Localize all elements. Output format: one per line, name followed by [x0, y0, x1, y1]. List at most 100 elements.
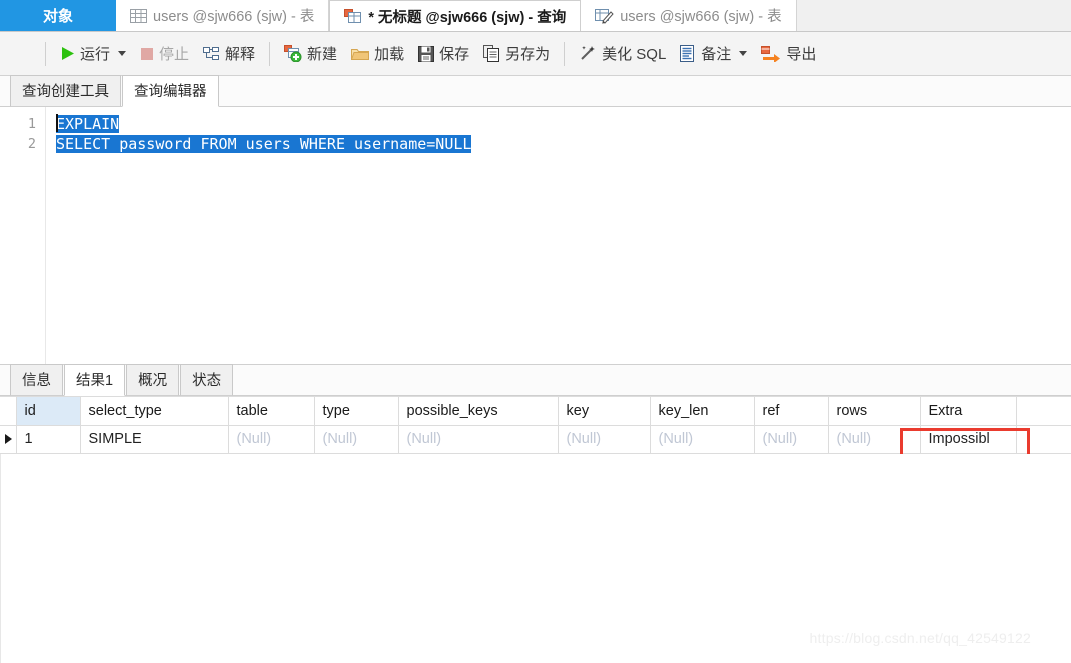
table-grid-icon [130, 8, 147, 24]
watermark-text: https://blog.csdn.net/qq_42549122 [809, 630, 1031, 646]
tab-users-table-1-label: users @sjw666 (sjw) - 表 [153, 9, 315, 25]
editor-code-area[interactable]: EXPLAIN SELECT password FROM users WHERE… [46, 107, 1071, 364]
toolbar-separator-3 [564, 41, 566, 66]
cell-id[interactable]: 1 [16, 425, 81, 454]
line-number: 1 [27, 116, 36, 132]
tab-users-table-2[interactable]: users @sjw666 (sjw) - 表 [581, 0, 797, 31]
sub-tab-query-editor-label: 查询编辑器 [134, 84, 207, 100]
beautify-sql-button-label: 美化 SQL [602, 46, 667, 63]
column-header-filler [1016, 395, 1071, 426]
export-button[interactable]: 导出 [754, 38, 823, 70]
cell-filler [1016, 425, 1071, 454]
cell-extra[interactable]: Impossibl [920, 425, 1017, 454]
comment-doc-icon [680, 45, 696, 62]
row-marker-cell [0, 425, 17, 454]
column-header-id[interactable]: id [16, 395, 81, 426]
tab-status[interactable]: 状态 [180, 363, 234, 396]
play-icon [60, 46, 75, 61]
stop-button-label: 停止 [159, 46, 190, 63]
export-button-label: 导出 [786, 46, 817, 63]
save-as-button[interactable]: 另存为 [476, 38, 557, 70]
tab-users-table-1[interactable]: users @sjw666 (sjw) - 表 [116, 0, 330, 31]
tab-objects[interactable]: 对象 [0, 0, 116, 31]
tab-objects-label: 对象 [42, 8, 73, 25]
tab-query-untitled-label: * 无标题 @sjw666 (sjw) - 查询 [368, 9, 567, 26]
code-line-1-text: EXPLAIN [56, 115, 120, 133]
sub-tab-query-builder[interactable]: 查询创建工具 [10, 75, 121, 107]
column-header-table[interactable]: table [228, 395, 315, 426]
tab-profile[interactable]: 概况 [126, 363, 180, 396]
run-dropdown-caret-icon[interactable] [118, 51, 127, 56]
query-toolbar: 运行 停止 解释 新建 加载 保存 另存为 美化 SQL 备注 导出 [0, 32, 1071, 76]
table-row[interactable]: 1 SIMPLE (Null) (Null) (Null) (Null) (Nu… [0, 425, 1071, 454]
run-button[interactable]: 运行 [53, 38, 133, 70]
tab-users-table-2-label: users @sjw666 (sjw) - 表 [620, 9, 782, 25]
toolbar-separator-1 [45, 41, 46, 66]
column-header-ref[interactable]: ref [754, 395, 829, 426]
column-header-select-type[interactable]: select_type [80, 395, 229, 426]
explain-icon [203, 46, 220, 62]
comment-button[interactable]: 备注 [673, 38, 754, 70]
tab-query-untitled[interactable]: * 无标题 @sjw666 (sjw) - 查询 [329, 0, 582, 31]
export-arrow-icon [761, 45, 781, 63]
toolbar-separator-2 [269, 41, 271, 66]
tab-info-label: 信息 [22, 372, 51, 389]
comment-dropdown-caret-icon[interactable] [739, 51, 748, 56]
explain-result-grid: id select_type table type possible_keys … [0, 395, 1071, 462]
query-window-icon [344, 8, 362, 24]
save-as-icon [483, 45, 500, 62]
beautify-sql-button[interactable]: 美化 SQL [572, 38, 673, 70]
load-button-label: 加载 [374, 46, 405, 63]
new-query-button[interactable]: 新建 [277, 38, 344, 70]
cell-key-len[interactable]: (Null) [650, 425, 755, 454]
run-button-label: 运行 [80, 46, 111, 63]
column-header-possible-keys[interactable]: possible_keys [398, 395, 559, 426]
save-button[interactable]: 保存 [411, 38, 476, 70]
cell-table[interactable]: (Null) [228, 425, 315, 454]
sql-editor[interactable]: 1 2 EXPLAIN SELECT password FROM users W… [0, 107, 1071, 365]
editor-sub-tabs: 查询创建工具 查询编辑器 [0, 75, 1071, 107]
tab-info[interactable]: 信息 [10, 363, 63, 396]
line-number: 2 [27, 136, 36, 152]
column-header-key[interactable]: key [558, 395, 651, 426]
column-header-type[interactable]: type [314, 395, 399, 426]
tab-status-label: 状态 [192, 372, 222, 389]
cell-key[interactable]: (Null) [558, 425, 651, 454]
load-button[interactable]: 加载 [344, 38, 411, 70]
row-marker-header [0, 395, 17, 426]
tab-result-1-label: 结果1 [76, 372, 114, 389]
result-empty-area: https://blog.csdn.net/qq_42549122 [0, 453, 1071, 663]
column-header-key-len[interactable]: key_len [650, 395, 755, 426]
column-header-extra[interactable]: Extra [920, 395, 1017, 426]
database-client-window: 对象 users @sjw666 (sjw) - 表 * 无标题 @sjw666… [0, 0, 1071, 663]
table-header-row: id select_type table type possible_keys … [0, 395, 1071, 426]
cell-ref[interactable]: (Null) [754, 425, 829, 454]
sub-tab-query-builder-label: 查询创建工具 [22, 84, 109, 100]
stop-button[interactable]: 停止 [133, 38, 196, 70]
magic-wand-icon [579, 45, 597, 62]
table-edit-icon [595, 8, 614, 24]
new-query-button-label: 新建 [307, 46, 338, 63]
tab-result-1[interactable]: 结果1 [64, 363, 126, 396]
editor-line-number-gutter: 1 2 [0, 107, 46, 364]
result-tab-bar: 信息 结果1 概况 状态 [0, 363, 1071, 396]
menu-hamburger-button[interactable] [8, 38, 38, 70]
cell-select-type[interactable]: SIMPLE [80, 425, 229, 454]
main-tab-bar: 对象 users @sjw666 (sjw) - 表 * 无标题 @sjw666… [0, 0, 1071, 32]
current-row-arrow-icon [5, 434, 13, 445]
cell-type[interactable]: (Null) [314, 425, 399, 454]
comment-button-label: 备注 [701, 46, 732, 63]
code-line-2: SELECT password FROM users WHERE usernam… [56, 134, 1071, 154]
column-header-rows[interactable]: rows [828, 395, 921, 426]
cell-possible-keys[interactable]: (Null) [398, 425, 559, 454]
save-disk-icon [418, 45, 435, 62]
text-cursor [56, 114, 58, 132]
new-query-icon [284, 45, 302, 63]
stop-icon [140, 47, 154, 61]
save-as-button-label: 另存为 [505, 46, 551, 63]
code-line-2-text: SELECT password FROM users WHERE usernam… [56, 135, 472, 153]
result-table: id select_type table type possible_keys … [0, 395, 1071, 454]
cell-rows[interactable]: (Null) [828, 425, 921, 454]
sub-tab-query-editor[interactable]: 查询编辑器 [122, 75, 219, 107]
explain-button[interactable]: 解释 [196, 38, 262, 70]
